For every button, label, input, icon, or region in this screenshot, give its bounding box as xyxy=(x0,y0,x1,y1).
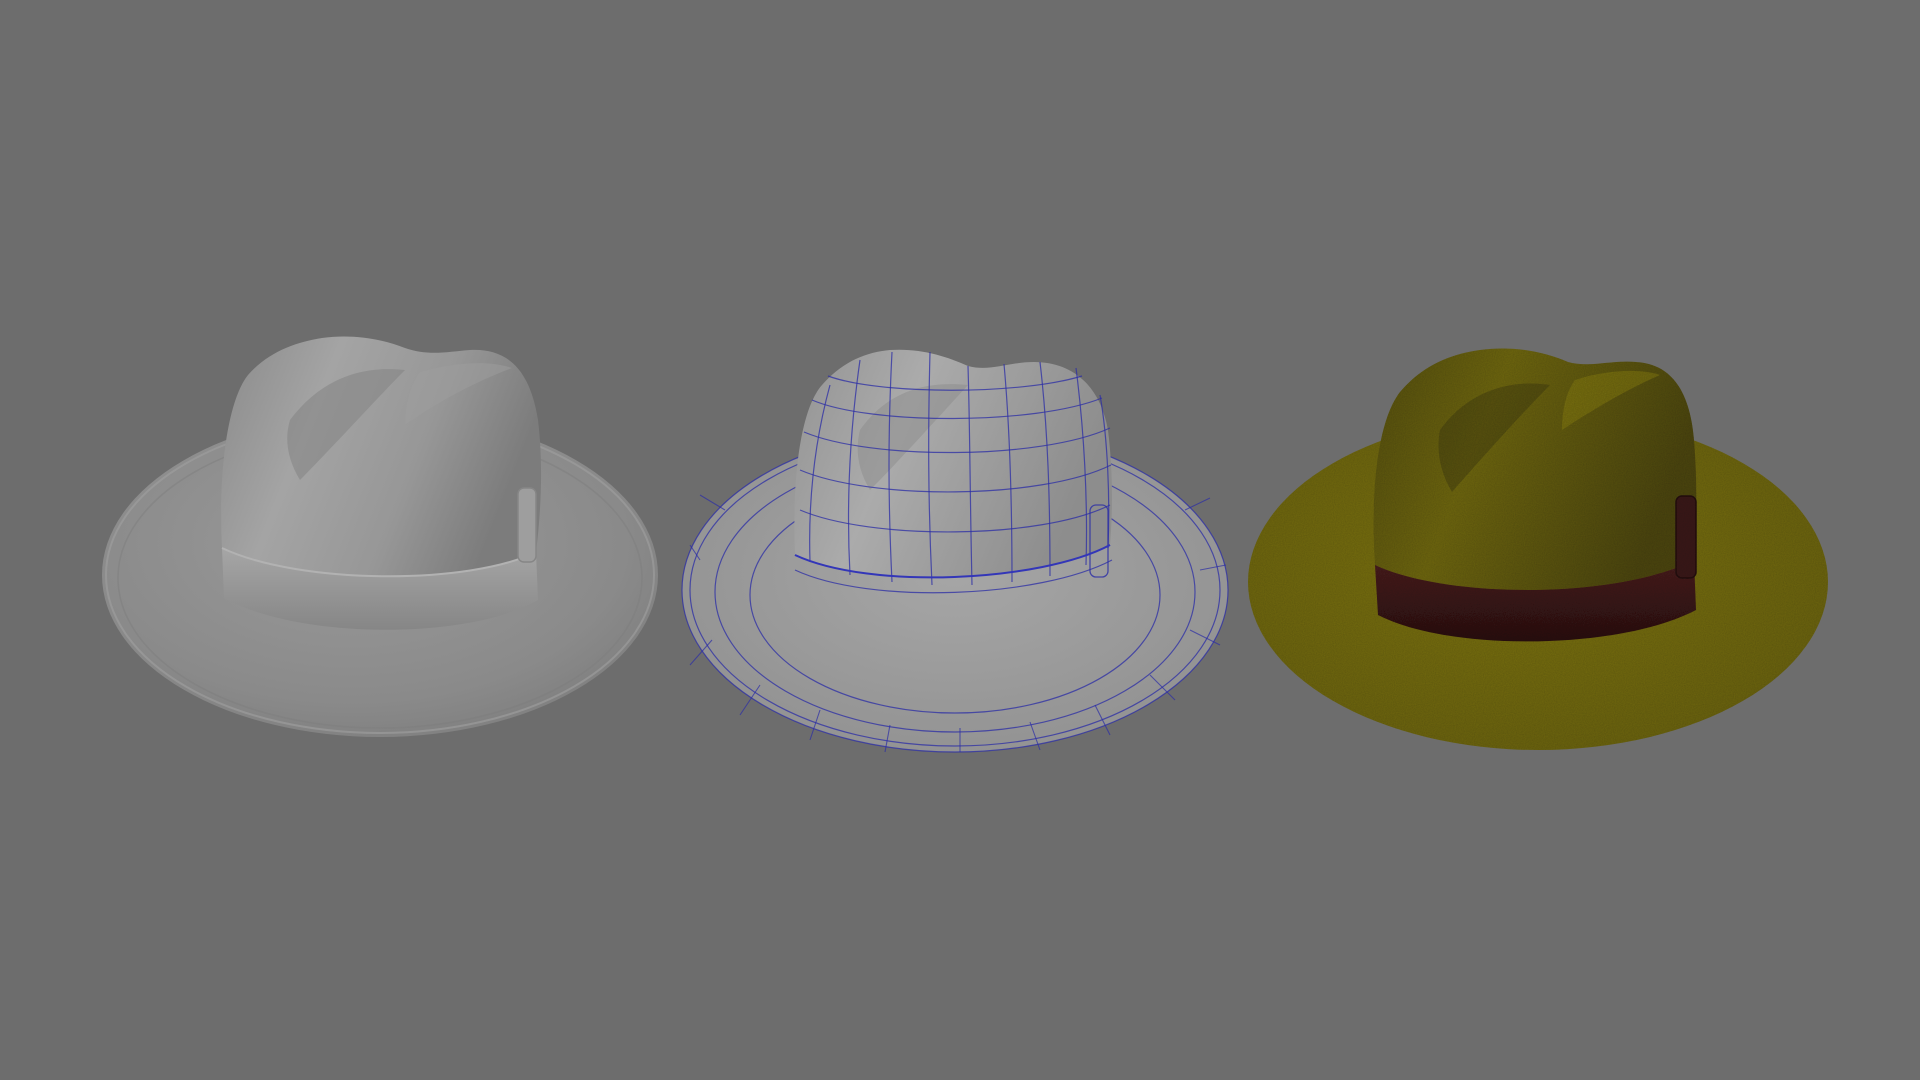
wireframe-hat-model xyxy=(681,349,1229,753)
render-viewport xyxy=(0,0,1920,1080)
textured-hat-model xyxy=(1248,348,1828,750)
scene-canvas xyxy=(102,336,1828,753)
wireframe-hat-crown xyxy=(794,349,1112,578)
clay-hat-model xyxy=(102,336,658,737)
